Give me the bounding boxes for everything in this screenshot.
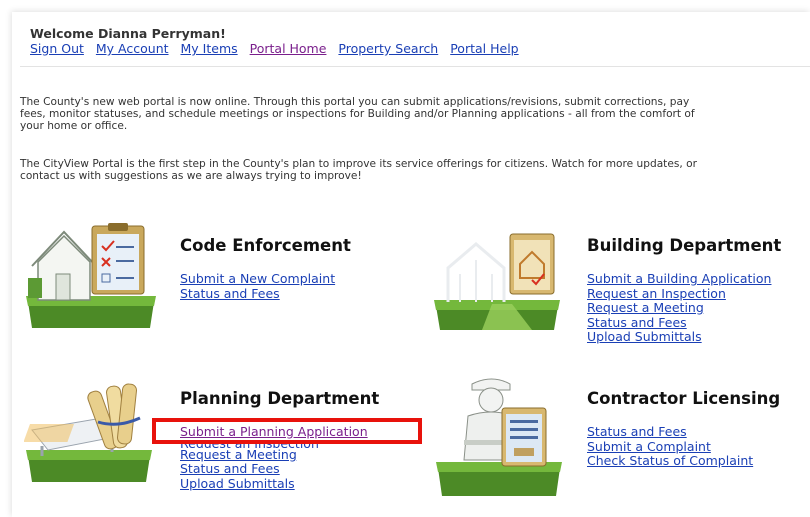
building-title: Building Department [587, 236, 782, 255]
planning-upload-submittals-link[interactable]: Upload Submittals [180, 476, 368, 492]
code-status-fees-link[interactable]: Status and Fees [180, 286, 335, 302]
my-items-link[interactable]: My Items [181, 41, 238, 56]
building-frame-icon [434, 233, 560, 330]
contractor-worker-icon [436, 378, 562, 496]
submit-new-complaint-link[interactable]: Submit a New Complaint [180, 271, 335, 287]
check-complaint-status-link[interactable]: Check Status of Complaint [587, 453, 753, 469]
highlight-box [152, 418, 422, 444]
header-divider [20, 66, 810, 67]
blueprint-table-icon [24, 383, 152, 482]
contractor-status-fees-link[interactable]: Status and Fees [587, 424, 753, 440]
code-enforcement-links: Submit a New Complaint Status and Fees [180, 271, 335, 302]
building-links: Submit a Building Application Request an… [587, 271, 771, 345]
building-status-fees-link[interactable]: Status and Fees [587, 315, 771, 331]
my-account-link[interactable]: My Account [96, 41, 169, 56]
submit-building-application-link[interactable]: Submit a Building Application [587, 271, 771, 287]
intro-paragraph-2: The CityView Portal is the first step in… [20, 158, 697, 182]
upload-submittals-link[interactable]: Upload Submittals [587, 329, 771, 345]
request-meeting-link[interactable]: Request a Meeting [587, 300, 771, 316]
intro-paragraph-1: The County's new web portal is now onlin… [20, 96, 695, 132]
contractor-links: Status and Fees Submit a Complaint Check… [587, 424, 753, 469]
sign-out-link[interactable]: Sign Out [30, 41, 84, 56]
planning-status-fees-link[interactable]: Status and Fees [180, 461, 368, 477]
portal-home-link[interactable]: Portal Home [250, 41, 327, 56]
property-search-link[interactable]: Property Search [338, 41, 438, 56]
planning-request-meeting-link[interactable]: Request a Meeting [180, 447, 368, 463]
contractor-title: Contractor Licensing [587, 389, 781, 408]
top-navigation: Sign Out My Account My Items Portal Home… [30, 41, 527, 56]
request-inspection-link[interactable]: Request an Inspection [587, 286, 771, 302]
house-clipboard-icon [26, 223, 156, 328]
submit-complaint-link[interactable]: Submit a Complaint [587, 439, 753, 455]
welcome-message: Welcome Dianna Perryman! [30, 26, 226, 41]
planning-title: Planning Department [180, 389, 380, 408]
portal-help-link[interactable]: Portal Help [450, 41, 518, 56]
code-enforcement-title: Code Enforcement [180, 236, 351, 255]
